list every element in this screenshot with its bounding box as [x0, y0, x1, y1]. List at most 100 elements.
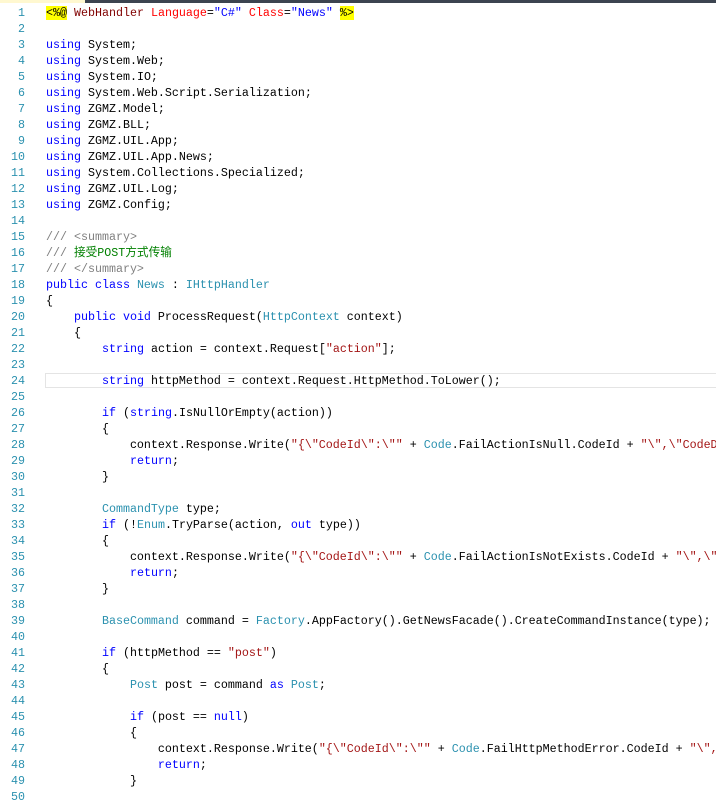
code-line[interactable]: 39 BaseCommand command = Factory.AppFact… [0, 613, 716, 629]
code-line[interactable]: 10 using ZGMZ.UIL.App.News; [0, 149, 716, 165]
code-token: ZGMZ.Model; [80, 102, 165, 116]
code-line[interactable]: 33 if (!Enum.TryParse(action, out type)) [0, 517, 716, 533]
code-line[interactable]: 27 { [0, 421, 716, 437]
code-token: /// </summary> [46, 262, 144, 276]
code-line[interactable]: 43 Post post = command as Post; [0, 677, 716, 693]
code-token: ZGMZ.UIL.App; [80, 134, 179, 148]
code-text: { [46, 421, 109, 437]
code-line[interactable]: 44 [0, 693, 716, 709]
code-line[interactable]: 24 string httpMethod = context.Request.H… [0, 373, 716, 389]
line-number: 30 [11, 470, 25, 484]
code-line[interactable]: 23 [0, 357, 716, 373]
code-token: out [290, 518, 312, 532]
code-line[interactable]: 5 using System.IO; [0, 69, 716, 85]
code-line[interactable]: 14 [0, 213, 716, 229]
code-token: ( [115, 406, 130, 420]
code-line[interactable]: 22 string action = context.Request["acti… [0, 341, 716, 357]
line-number: 13 [11, 198, 25, 212]
code-token: /// [46, 246, 74, 260]
code-line[interactable]: 38 [0, 597, 716, 613]
line-number: 21 [11, 326, 25, 340]
code-line[interactable]: 19 { [0, 293, 716, 309]
code-line[interactable]: 25 [0, 389, 716, 405]
code-text: } [46, 469, 109, 485]
line-number: 20 [11, 310, 25, 324]
code-line[interactable]: 16 /// 接受POST方式传输 [0, 245, 716, 261]
code-line[interactable]: 30 } [0, 469, 716, 485]
code-token: News [136, 278, 165, 292]
line-number: 15 [11, 230, 25, 244]
code-line[interactable]: 42 { [0, 661, 716, 677]
code-line[interactable]: 31 [0, 485, 716, 501]
code-token: ; [318, 678, 326, 692]
code-token: if [101, 406, 116, 420]
code-line[interactable]: 36 return; [0, 565, 716, 581]
code-line[interactable]: 6 using System.Web.Script.Serialization; [0, 85, 716, 101]
line-number: 23 [11, 358, 25, 372]
code-line[interactable]: 28 context.Response.Write("{\"CodeId\":\… [0, 437, 716, 453]
line-number: 41 [11, 646, 25, 660]
code-token: System.IO; [80, 70, 158, 84]
code-line[interactable]: 3 using System; [0, 37, 716, 53]
code-line[interactable]: 21 { [0, 325, 716, 341]
code-line[interactable]: 34 { [0, 533, 716, 549]
code-token: using [46, 38, 81, 52]
code-line[interactable]: 45 if (post == null) [0, 709, 716, 725]
line-number: 39 [11, 614, 25, 628]
code-line[interactable]: 18 public class News : IHttpHandler [0, 277, 716, 293]
line-number: 11 [11, 166, 25, 180]
code-line[interactable]: 4 using System.Web; [0, 53, 716, 69]
code-line[interactable]: 40 [0, 629, 716, 645]
code-token: IHttpHandler [185, 278, 270, 292]
code-text: /// </summary> [46, 261, 144, 277]
code-line[interactable]: 17 /// </summary> [0, 261, 716, 277]
line-number: 27 [11, 422, 25, 436]
code-token: .TryParse(action, [164, 518, 291, 532]
code-line[interactable]: 32 CommandType type; [0, 501, 716, 517]
code-token: "action" [325, 342, 382, 356]
code-text: using System.Collections.Specialized; [46, 165, 305, 181]
code-token: using [46, 150, 81, 164]
code-line[interactable]: 7 using ZGMZ.Model; [0, 101, 716, 117]
code-line[interactable]: 46 { [0, 725, 716, 741]
code-token: using [46, 86, 81, 100]
code-token: ProcessRequest( [150, 310, 263, 324]
code-line[interactable]: 37 } [0, 581, 716, 597]
code-line[interactable]: 1 <%@ WebHandler Language="C#" Class="New… [0, 5, 716, 21]
code-token: post = command [157, 678, 270, 692]
code-line[interactable]: 11 using System.Collections.Specialized; [0, 165, 716, 181]
code-text: { [46, 533, 109, 549]
tab-strip-edge [0, 0, 716, 3]
code-line[interactable]: 13 using ZGMZ.Config; [0, 197, 716, 213]
code-line[interactable]: 41 if (httpMethod == "post") [0, 645, 716, 661]
code-line[interactable]: 20 public void ProcessRequest(HttpContex… [0, 309, 716, 325]
code-token: "C#" [213, 6, 242, 20]
line-number: 28 [11, 438, 25, 452]
code-line[interactable]: 35 context.Response.Write("{\"CodeId\":\… [0, 549, 716, 565]
code-token: return [129, 454, 172, 468]
code-token: "{\"CodeId\":\"" [290, 438, 403, 452]
code-token: as [269, 678, 284, 692]
line-number: 50 [11, 790, 25, 804]
code-line[interactable]: 50 [0, 789, 716, 805]
code-text: using System.IO; [46, 69, 158, 85]
code-line[interactable]: 26 if (string.IsNullOrEmpty(action)) [0, 405, 716, 421]
code-line[interactable]: 29 return; [0, 453, 716, 469]
code-line[interactable]: 47 context.Response.Write("{\"CodeId\":\… [0, 741, 716, 757]
code-line[interactable]: 49 } [0, 773, 716, 789]
code-line[interactable]: 9 using ZGMZ.UIL.App; [0, 133, 716, 149]
code-text: { [46, 725, 137, 741]
code-text: BaseCommand command = Factory.AppFactory… [46, 613, 711, 629]
line-number: 36 [11, 566, 25, 580]
code-line[interactable]: 8 using ZGMZ.BLL; [0, 117, 716, 133]
code-line[interactable]: 12 using ZGMZ.UIL.Log; [0, 181, 716, 197]
code-line[interactable]: 15 /// <summary> [0, 229, 716, 245]
line-number: 29 [11, 454, 25, 468]
code-line[interactable]: 2 [0, 21, 716, 37]
code-line[interactable]: 48 return; [0, 757, 716, 773]
